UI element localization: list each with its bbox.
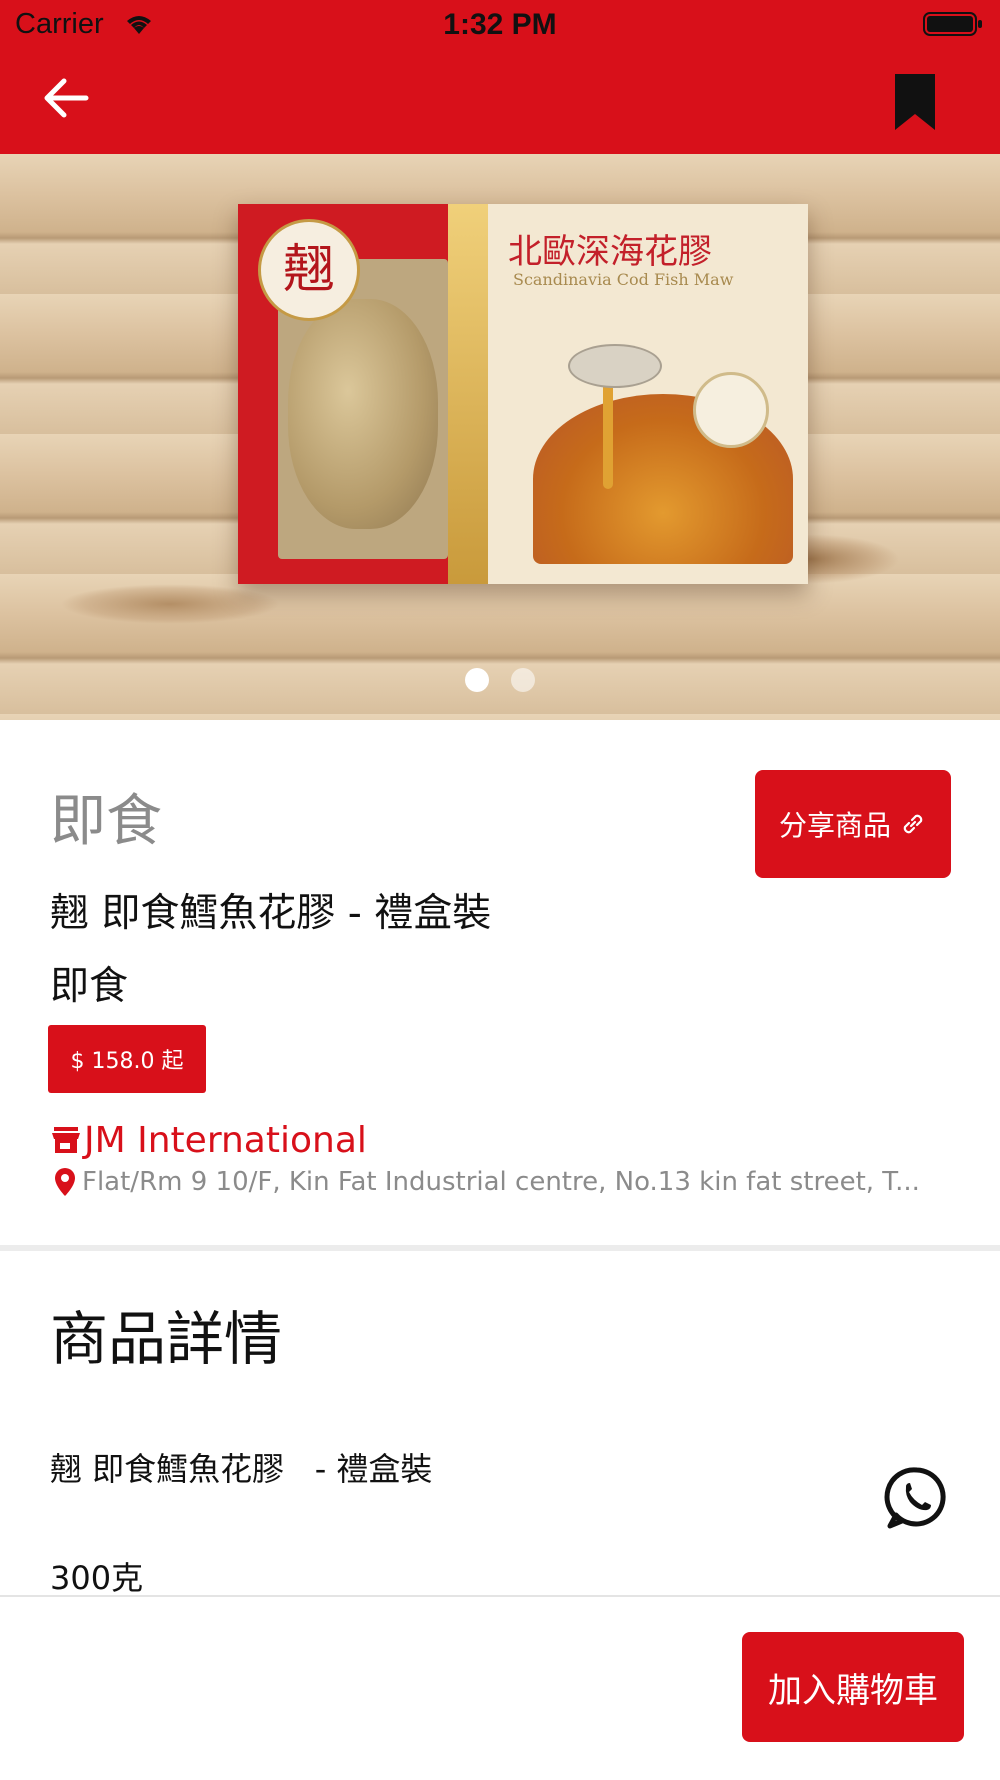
- spoon-image: [568, 344, 662, 388]
- details-line: 翹 即食鱈魚花膠 - 禮盒裝: [50, 1450, 433, 1488]
- battery-icon: [923, 12, 982, 36]
- whatsapp-icon: [884, 1467, 946, 1529]
- store-link[interactable]: JM International: [50, 1118, 367, 1162]
- section-divider: [0, 1245, 1000, 1251]
- bookmark-button[interactable]: [885, 68, 945, 136]
- fish-maw-image: [288, 299, 438, 529]
- store-name: JM International: [84, 1119, 367, 1161]
- price-badge[interactable]: $ 158.0 起: [48, 1025, 206, 1093]
- quality-seal: [693, 372, 769, 448]
- carousel-dot[interactable]: [511, 668, 535, 692]
- clock: 1:32 PM: [443, 8, 557, 41]
- carousel-pagination: [0, 668, 1000, 696]
- brand-logo: 翹: [258, 219, 360, 321]
- add-to-cart-button[interactable]: 加入購物車: [742, 1632, 964, 1742]
- arrow-left-icon: [44, 78, 89, 118]
- wood-grain: [60, 584, 280, 624]
- package-subtitle-art: Scandinavia Cod Fish Maw: [513, 270, 734, 289]
- product-image-carousel[interactable]: 翹 北歐深海花膠 Scandinavia Cod Fish Maw: [0, 154, 1000, 720]
- details-heading: 商品詳情: [50, 1305, 283, 1373]
- back-button[interactable]: [40, 72, 100, 124]
- top-bar: Carrier 1:32 PM: [0, 0, 1000, 154]
- status-bar: Carrier 1:32 PM: [0, 0, 1000, 52]
- product-name: 翹 即食鱈魚花膠 - 禮盒裝: [50, 891, 492, 936]
- share-label: 分享商品: [778, 809, 891, 842]
- link-icon: [903, 814, 923, 834]
- carousel-dot-active[interactable]: [465, 668, 489, 692]
- store-icon: [52, 1127, 80, 1153]
- product-category: 即食: [50, 964, 129, 1009]
- location-pin-icon: [55, 1168, 75, 1196]
- address-text: Flat/Rm 9 10/F, Kin Fat Industrial centr…: [82, 1167, 920, 1197]
- product-photo: 翹 北歐深海花膠 Scandinavia Cod Fish Maw: [238, 204, 808, 584]
- category-heading: 即食: [50, 789, 162, 854]
- details-line: 300克: [50, 1559, 144, 1597]
- bookmark-icon: [895, 74, 935, 130]
- package-title-art: 北歐深海花膠: [508, 232, 712, 272]
- store-address: Flat/Rm 9 10/F, Kin Fat Industrial centr…: [52, 1164, 952, 1200]
- sauce-drip: [603, 379, 613, 489]
- whatsapp-button[interactable]: [884, 1465, 950, 1531]
- share-product-button[interactable]: 分享商品: [755, 770, 951, 878]
